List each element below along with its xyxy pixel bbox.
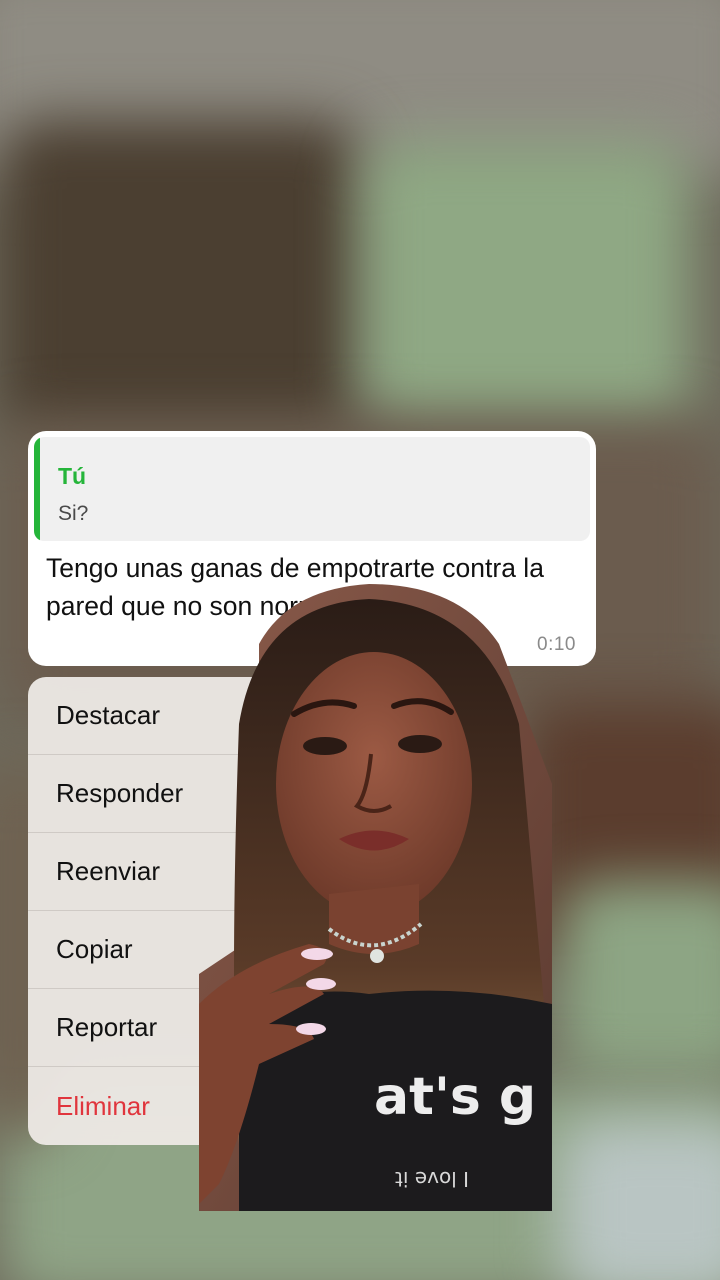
overlay-photo: at's g I love it <box>199 584 552 1211</box>
quote-author: Tú <box>58 463 87 489</box>
person-photo-illustration: at's g I love it <box>199 584 552 1211</box>
quote-text: Si? <box>58 502 89 525</box>
shirt-print-text: at's g <box>374 1067 536 1127</box>
quote-accent-bar <box>34 437 40 541</box>
shirt-print-subtext: I love it <box>395 1167 469 1191</box>
quoted-message[interactable]: Tú Si? <box>34 437 590 541</box>
